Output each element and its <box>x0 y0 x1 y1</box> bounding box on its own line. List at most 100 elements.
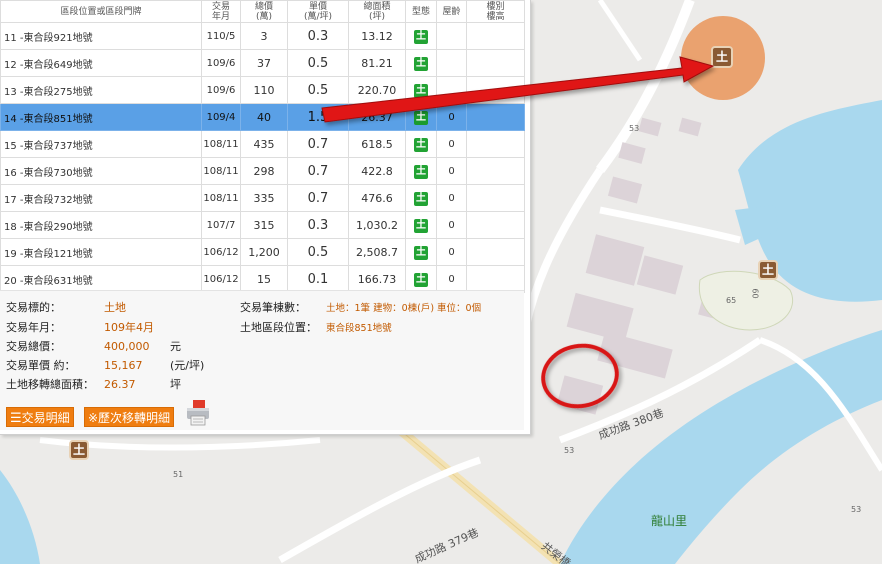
cell-age <box>436 49 467 77</box>
cell-unit-price: 1.5 <box>287 103 349 131</box>
col-header-unit: 單價 (萬/坪) <box>287 0 349 23</box>
cell-date: 108/11 <box>201 157 241 185</box>
cell-date: 106/12 <box>201 265 241 293</box>
table-row[interactable]: 14 -東合段851地號 109/4 40 1.5 26.37 土 0 <box>0 103 525 131</box>
table-row[interactable]: 17 -東合段732地號 108/11 335 0.7 476.6 土 0 <box>0 184 525 212</box>
table-row[interactable]: 20 -東合段631地號 106/12 15 0.1 166.73 土 0 <box>0 265 525 293</box>
cell-total: 1,200 <box>240 238 288 266</box>
land-type-badge: 土 <box>414 137 428 152</box>
table-header-row: 區段位置或區段門牌 交易 年月 總價 (萬) 單價 (萬/坪) 總面積 (坪) … <box>0 0 525 23</box>
transaction-table: 區段位置或區段門牌 交易 年月 總價 (萬) 單價 (萬/坪) 總面積 (坪) … <box>0 0 525 293</box>
cell-total: 335 <box>240 184 288 212</box>
detail-target-value: 土地 <box>104 301 126 314</box>
cell-age: 0 <box>436 265 467 293</box>
detail-unit-price-unit: (元/坪) <box>170 359 205 372</box>
cell-floor <box>466 22 525 50</box>
selected-parcel-pin[interactable]: 土 <box>711 46 733 68</box>
cell-floor <box>466 157 525 185</box>
cell-unit-price: 0.5 <box>287 76 349 104</box>
cell-type: 土 <box>405 76 437 104</box>
cell-unit-price: 0.3 <box>287 211 349 239</box>
cell-total: 15 <box>240 265 288 293</box>
cell-type: 土 <box>405 157 437 185</box>
cell-age: 0 <box>436 184 467 212</box>
cell-age <box>436 22 467 50</box>
transaction-detail: 交易標的： 土地 交易年月： 109年4月 交易總價： 400,000 元 交易單價 約… <box>0 290 524 430</box>
list-icon: ☰ <box>10 411 22 426</box>
detail-date-label: 交易年月： <box>6 321 61 334</box>
road-marker: 53 <box>851 505 862 514</box>
print-pdf-icon[interactable] <box>184 399 212 427</box>
table-row[interactable]: 19 -東合段121地號 106/12 1,200 0.5 2,508.7 土 0 <box>0 238 525 266</box>
cell-unit-price: 0.7 <box>287 130 349 158</box>
cell-area: 81.21 <box>348 49 406 77</box>
table-row[interactable]: 11 -東合段921地號 110/5 3 0.3 13.12 土 <box>0 22 525 50</box>
cell-floor <box>466 211 525 239</box>
cell-date: 109/6 <box>201 76 241 104</box>
cell-date: 106/12 <box>201 238 241 266</box>
cell-unit-price: 0.7 <box>287 184 349 212</box>
detail-target-label: 交易標的： <box>6 301 61 314</box>
cell-type: 土 <box>405 265 437 293</box>
cell-total: 37 <box>240 49 288 77</box>
table-row[interactable]: 18 -東合段290地號 107/7 315 0.3 1,030.2 土 0 <box>0 211 525 239</box>
transaction-detail-button[interactable]: ☰交易明細 <box>6 407 74 427</box>
detail-count-value: 土地：1筆 建物：0棟(戶) 車位：0個 <box>326 303 482 314</box>
cell-date: 110/5 <box>201 22 241 50</box>
cell-area: 618.5 <box>348 130 406 158</box>
table-row[interactable]: 16 -東合段730地號 108/11 298 0.7 422.8 土 0 <box>0 157 525 185</box>
cell-type: 土 <box>405 238 437 266</box>
cell-address: 19 -東合段121地號 <box>0 238 202 266</box>
cell-age <box>436 76 467 104</box>
cell-type: 土 <box>405 130 437 158</box>
detail-area-label: 土地移轉總面積： <box>6 378 94 391</box>
cell-floor <box>466 49 525 77</box>
cell-floor <box>466 103 525 131</box>
cell-area: 422.8 <box>348 157 406 185</box>
cell-address: 15 -東合段737地號 <box>0 130 202 158</box>
col-header-floor: 樓別 樓高 <box>466 0 525 23</box>
cell-age: 0 <box>436 211 467 239</box>
cell-unit-price: 0.1 <box>287 265 349 293</box>
land-type-badge: 土 <box>414 83 428 98</box>
cell-age: 0 <box>436 238 467 266</box>
land-parcel-pin[interactable]: 土 <box>758 260 778 280</box>
transfer-history-button[interactable]: ※歷次移轉明細 <box>84 407 175 427</box>
cell-type: 土 <box>405 22 437 50</box>
cell-total: 315 <box>240 211 288 239</box>
land-type-badge: 土 <box>414 110 428 125</box>
land-parcel-pin[interactable]: 土 <box>69 440 89 460</box>
cell-age: 0 <box>436 157 467 185</box>
detail-date-value: 109年4月 <box>104 321 154 334</box>
land-type-badge: 土 <box>414 245 428 260</box>
cell-age: 0 <box>436 103 467 131</box>
cell-address: 11 -東合段921地號 <box>0 22 202 50</box>
land-type-badge: 土 <box>414 56 428 71</box>
transaction-detail-button-label: 交易明細 <box>21 411 70 425</box>
cell-unit-price: 0.3 <box>287 22 349 50</box>
land-type-badge: 土 <box>414 218 428 233</box>
detail-total-label: 交易總價： <box>6 340 61 353</box>
cell-floor <box>466 265 525 293</box>
land-type-badge: 土 <box>414 272 428 287</box>
cell-unit-price: 0.7 <box>287 157 349 185</box>
table-row[interactable]: 13 -東合段275地號 109/6 110 0.5 220.70 土 <box>0 76 525 104</box>
cell-type: 土 <box>405 184 437 212</box>
cell-area: 476.6 <box>348 184 406 212</box>
table-row[interactable]: 12 -東合段649地號 109/6 37 0.5 81.21 土 <box>0 49 525 77</box>
detail-unit-price-label: 交易單價 約： <box>6 359 76 372</box>
land-type-badge: 土 <box>414 29 428 44</box>
detail-area-unit: 坪 <box>170 378 181 391</box>
road-marker: 51 <box>173 470 184 479</box>
table-row[interactable]: 15 -東合段737地號 108/11 435 0.7 618.5 土 0 <box>0 130 525 158</box>
cell-floor <box>466 130 525 158</box>
cell-address: 17 -東合段732地號 <box>0 184 202 212</box>
road-marker: 53 <box>564 446 575 455</box>
cell-address: 13 -東合段275地號 <box>0 76 202 104</box>
cell-date: 108/11 <box>201 184 241 212</box>
cell-address: 14 -東合段851地號 <box>0 103 202 131</box>
cell-area: 26.37 <box>348 103 406 131</box>
cell-total: 3 <box>240 22 288 50</box>
col-header-area: 總面積 (坪) <box>348 0 406 23</box>
cell-total: 298 <box>240 157 288 185</box>
